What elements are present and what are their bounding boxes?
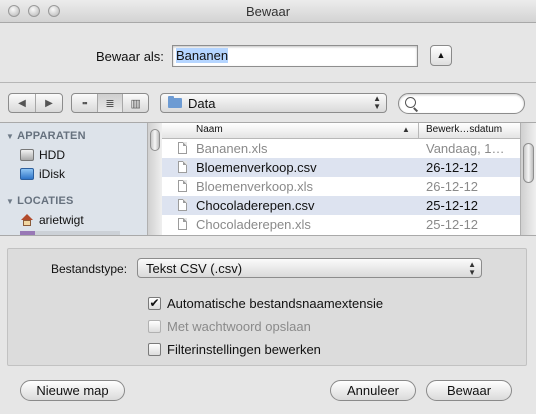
save-as-field[interactable]: Bananen bbox=[172, 45, 418, 67]
file-name: Bloemenverkoop.csv bbox=[196, 160, 317, 175]
document-icon bbox=[178, 142, 187, 154]
popup-arrows-icon: ▲ ▼ bbox=[373, 94, 381, 111]
hard-drive-icon bbox=[20, 149, 34, 161]
sidebar-section-apparaten[interactable]: ▼ APPARATEN bbox=[6, 130, 86, 142]
divider bbox=[0, 235, 536, 236]
cancel-button[interactable]: Annuleer bbox=[330, 380, 416, 401]
icon-view-icon: ▪▪ bbox=[82, 98, 87, 108]
file-row[interactable]: Chocoladerepen.xls 25-12-12 bbox=[162, 215, 520, 234]
document-icon bbox=[178, 199, 187, 211]
file-row[interactable]: Chocoladerepen.csv 25-12-12 bbox=[162, 196, 520, 215]
icon-view-button[interactable]: ▪▪ bbox=[72, 94, 98, 112]
file-date: 25-12-12 bbox=[426, 217, 479, 232]
file-name: Chocoladerepen.xls bbox=[196, 217, 311, 232]
file-name: Bloemenverkoop.xls bbox=[196, 179, 314, 194]
scrollbar-thumb[interactable] bbox=[150, 129, 160, 151]
file-row[interactable]: Bloemenverkoop.csv 26-12-12 bbox=[162, 158, 520, 177]
checkmark-icon: ✔ bbox=[149, 296, 160, 310]
filter-settings-option[interactable]: Filterinstellingen bewerken bbox=[148, 342, 321, 357]
column-divider[interactable] bbox=[418, 123, 419, 138]
save-as-value: Bananen bbox=[176, 48, 229, 63]
column-header: Naam ▲ Bewerk…sdatum bbox=[162, 123, 520, 139]
back-button[interactable]: ◀ bbox=[9, 94, 36, 112]
disclosure-triangle-icon: ▼ bbox=[6, 132, 15, 141]
file-date: 25-12-12 bbox=[426, 198, 479, 213]
list-view-icon: ≣ bbox=[105, 97, 115, 110]
column-view-button[interactable]: ▥ bbox=[123, 94, 148, 112]
file-name: Bananen.xls bbox=[196, 141, 268, 156]
file-date: 26-12-12 bbox=[426, 179, 479, 194]
location-popup[interactable]: Data ▲ ▼ bbox=[160, 93, 387, 113]
password-checkbox bbox=[148, 320, 161, 333]
sidebar-section-locaties[interactable]: ▼ LOCATIES bbox=[6, 195, 74, 207]
sidebar-item-arietwigt[interactable]: arietwigt bbox=[20, 213, 84, 227]
document-icon bbox=[178, 180, 187, 192]
idisk-icon bbox=[20, 168, 34, 180]
scrollbar-thumb[interactable] bbox=[523, 143, 534, 183]
document-icon bbox=[178, 161, 187, 173]
forward-arrow-icon: ▶ bbox=[45, 97, 53, 109]
save-dialog: Bewaar Bewaar als: Bananen ▲ ◀ ▶ ▪▪ ≣ ▥ … bbox=[0, 0, 536, 414]
sidebar-scrollbar[interactable] bbox=[147, 123, 162, 235]
back-arrow-icon: ◀ bbox=[18, 97, 26, 109]
forward-button[interactable]: ▶ bbox=[36, 94, 62, 112]
home-icon bbox=[20, 214, 34, 226]
disclosure-triangle-icon: ▼ bbox=[6, 197, 15, 206]
auto-extension-checkbox[interactable]: ✔ bbox=[148, 297, 161, 310]
auto-extension-option[interactable]: ✔ Automatische bestandsnaamextensie bbox=[148, 296, 383, 311]
password-label: Met wachtwoord opslaan bbox=[167, 319, 311, 334]
file-row[interactable]: Bloemenverkoop.xls 26-12-12 bbox=[162, 177, 520, 196]
expand-dialog-button[interactable]: ▲ bbox=[430, 45, 452, 66]
search-field[interactable] bbox=[398, 93, 525, 114]
disclosure-up-icon: ▲ bbox=[436, 50, 446, 60]
filter-settings-label: Filterinstellingen bewerken bbox=[167, 342, 321, 357]
sidebar: ▼ APPARATEN HDD iDisk ▼ LOCATIES arietwigt bbox=[0, 123, 147, 235]
file-format-value: Tekst CSV (.csv) bbox=[146, 261, 243, 276]
popup-arrows-icon: ▲ ▼ bbox=[468, 260, 476, 277]
window-title: Bewaar bbox=[245, 4, 291, 19]
search-icon bbox=[405, 97, 416, 108]
filter-settings-checkbox[interactable] bbox=[148, 343, 161, 356]
document-icon bbox=[178, 218, 187, 230]
file-date: 26-12-12 bbox=[426, 160, 479, 175]
view-mode-control: ▪▪ ≣ ▥ bbox=[71, 93, 149, 113]
divider bbox=[0, 82, 536, 83]
column-header-date[interactable]: Bewerk…sdatum bbox=[426, 124, 502, 135]
file-format-label: Bestandstype: bbox=[51, 262, 128, 276]
title-bar: Bewaar bbox=[0, 0, 536, 23]
password-option: Met wachtwoord opslaan bbox=[148, 319, 311, 334]
file-row[interactable]: Bananen.xls Vandaag, 1… bbox=[162, 139, 520, 158]
column-header-name[interactable]: Naam bbox=[196, 124, 223, 135]
file-list: Naam ▲ Bewerk…sdatum Bananen.xls Vandaag… bbox=[162, 123, 520, 235]
list-view-button[interactable]: ≣ bbox=[97, 94, 124, 112]
file-list-scrollbar[interactable] bbox=[520, 123, 536, 235]
sidebar-item-hdd[interactable]: HDD bbox=[20, 148, 65, 162]
save-button[interactable]: Bewaar bbox=[426, 380, 512, 401]
sort-ascending-icon: ▲ bbox=[402, 125, 410, 134]
file-name: Chocoladerepen.csv bbox=[196, 198, 315, 213]
file-date: Vandaag, 1… bbox=[426, 141, 505, 156]
location-label: Data bbox=[188, 96, 216, 111]
sidebar-item-idisk[interactable]: iDisk bbox=[20, 167, 65, 181]
file-format-popup[interactable]: Tekst CSV (.csv) ▲ ▼ bbox=[137, 258, 482, 278]
search-input[interactable] bbox=[421, 96, 521, 112]
column-view-icon: ▥ bbox=[130, 97, 141, 110]
new-folder-button[interactable]: Nieuwe map bbox=[20, 380, 125, 401]
back-forward-control: ◀ ▶ bbox=[8, 93, 63, 113]
save-as-label: Bewaar als: bbox=[96, 49, 164, 64]
folder-icon bbox=[168, 96, 182, 108]
auto-extension-label: Automatische bestandsnaamextensie bbox=[167, 296, 384, 311]
